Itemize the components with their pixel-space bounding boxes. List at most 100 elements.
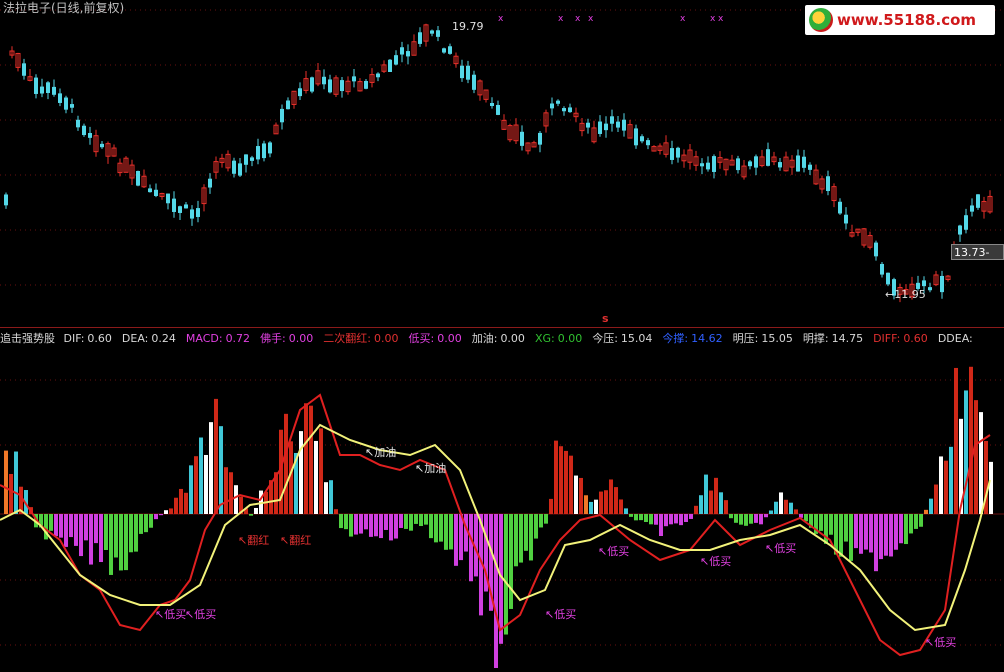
macd-bar [104, 514, 108, 550]
candle-body [472, 74, 476, 90]
macd-bar [319, 428, 323, 514]
macd-bar [354, 514, 358, 535]
candle-body [496, 104, 500, 115]
macd-bar [514, 514, 518, 567]
macd-bar [589, 501, 593, 514]
macd-bar [459, 514, 463, 561]
macd-bar [249, 514, 253, 516]
macd-bar [849, 514, 853, 561]
macd-bar [784, 499, 788, 514]
macd-bar [879, 514, 883, 560]
macd-bar [329, 480, 333, 514]
macd-bar [889, 514, 893, 557]
signal-marker: s [602, 312, 609, 325]
indicator-field-label: DDEA: [937, 332, 973, 344]
candle-body [586, 122, 590, 128]
candle-body [442, 48, 446, 53]
macd-bar [689, 514, 693, 519]
macd-bar [629, 514, 633, 517]
macd-bar [4, 450, 8, 514]
macd-bar [494, 514, 498, 672]
candle-body [190, 209, 194, 219]
macd-bar [94, 514, 98, 544]
candle-body [706, 162, 710, 170]
macd-bar [904, 514, 908, 545]
low-buy-annotation: ↖低买 [185, 608, 217, 621]
macd-bar [674, 514, 678, 524]
macd-bar [74, 514, 78, 546]
macd-bar [124, 514, 128, 571]
macd-bar [549, 498, 553, 514]
signal-x-mark: x [718, 14, 724, 24]
macd-bar [49, 514, 53, 531]
candle-body [256, 146, 260, 160]
macd-bar [509, 514, 513, 609]
macd-bar [709, 490, 713, 514]
candle-body [52, 86, 56, 95]
candle-body [778, 162, 782, 168]
macd-bar [844, 514, 848, 542]
indicator-field: 明压: 15.05 [733, 332, 798, 344]
current-price-tag: 13.73-13. [951, 244, 1004, 260]
signal-x-mark: x [575, 14, 581, 24]
candle-body [34, 77, 38, 94]
macd-bar [109, 514, 113, 575]
low-buy-annotation: ↖低买 [765, 542, 797, 555]
macd-bar [789, 502, 793, 514]
candle-body [406, 51, 410, 57]
macd-bar [144, 514, 148, 533]
candle-body [880, 263, 884, 275]
candle-body [244, 154, 248, 165]
signal-x-mark: x [498, 14, 504, 24]
macd-bar [564, 450, 568, 514]
macd-bar [359, 514, 363, 534]
signal-x-mark: x [588, 14, 594, 24]
macd-bar [909, 514, 913, 534]
macd-bar [979, 412, 983, 514]
macd-bar [369, 514, 373, 537]
macd-bar [614, 487, 618, 514]
candle-body [352, 76, 356, 82]
macd-bar [919, 514, 923, 527]
candle-body [622, 119, 626, 131]
indicator-field-value: 14.62 [691, 332, 723, 344]
indicator-field-label: 今压: [592, 332, 618, 344]
candle-body [976, 194, 980, 208]
candle-body [46, 82, 50, 93]
macd-bar [899, 514, 903, 544]
candle-body [178, 206, 182, 213]
macd-bar [604, 490, 608, 514]
candle-body [874, 242, 878, 257]
macd-bar [569, 455, 573, 514]
macd-bar [344, 514, 348, 530]
candle-body [418, 32, 422, 44]
candle-body [22, 63, 26, 76]
candle-body [700, 163, 704, 167]
macd-bar [429, 514, 433, 539]
macd-bar [704, 474, 708, 514]
macd-bar [869, 514, 873, 553]
candle-body [208, 178, 212, 188]
macd-bar [299, 431, 303, 514]
logo-icon [809, 8, 833, 32]
macd-bar [219, 426, 223, 514]
macd-bar [84, 514, 88, 541]
macd-bar [739, 514, 743, 525]
macd-bar [839, 514, 843, 557]
macd-bar [534, 514, 538, 539]
macd-bar [559, 446, 563, 514]
macd-bar [349, 514, 353, 537]
red-again-annotation: ↖翻红 [238, 534, 270, 547]
macd-bar [444, 514, 448, 550]
macd-bar [414, 514, 418, 524]
macd-bar [964, 390, 968, 514]
indicator-field-value: 14.75 [831, 332, 864, 344]
macd-bar [819, 514, 823, 531]
low-buy-annotation: ↖低买 [155, 608, 187, 621]
macd-bar [764, 514, 768, 518]
candle-body [670, 148, 674, 160]
macd-bar [679, 514, 683, 526]
macd-bar [139, 514, 143, 534]
candle-body [394, 55, 398, 65]
candle-body [616, 121, 620, 128]
